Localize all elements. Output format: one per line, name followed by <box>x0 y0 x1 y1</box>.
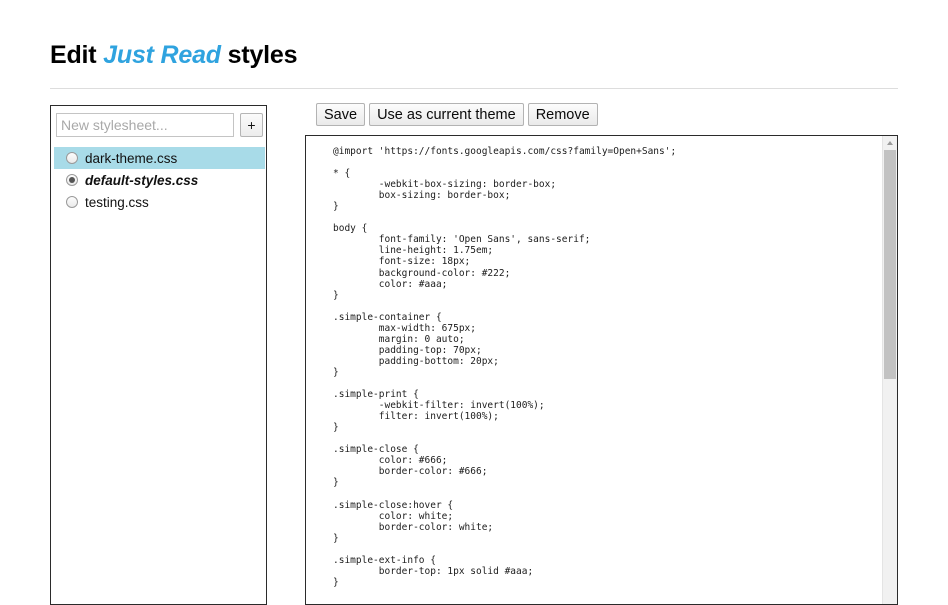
stylesheet-list-item[interactable]: dark-theme.css <box>54 147 265 169</box>
add-stylesheet-button[interactable]: + <box>240 113 263 137</box>
page-title: Edit Just Read styles <box>50 40 297 70</box>
stylesheet-radio-button[interactable] <box>66 174 78 186</box>
stylesheet-list: dark-theme.css default-styles.css testing.… <box>54 147 265 213</box>
editor-toolbar: Save Use as current theme Remove <box>316 103 602 126</box>
new-stylesheet-row: + <box>56 113 263 137</box>
stylesheet-sidebar: + dark-theme.css default-styles.css testin… <box>50 105 267 605</box>
page-title-suffix: styles <box>227 41 298 69</box>
scrollbar-thumb[interactable] <box>884 150 896 379</box>
stylesheet-label: testing.css <box>85 194 149 210</box>
remove-button[interactable]: Remove <box>527 103 598 126</box>
stylesheet-label: default-styles.css <box>85 172 199 188</box>
page-title-prefix: Edit <box>50 41 97 69</box>
css-editor-panel[interactable]: @import 'https://fonts.googleapis.com/cs… <box>305 135 898 605</box>
new-stylesheet-input[interactable] <box>56 113 234 137</box>
save-button[interactable]: Save <box>316 103 366 126</box>
use-as-current-theme-button[interactable]: Use as current theme <box>369 103 524 126</box>
page-content: Edit Just Read styles + dark-theme.css de… <box>50 0 898 605</box>
header-divider <box>50 88 898 89</box>
stylesheet-list-item[interactable]: default-styles.css <box>54 169 265 191</box>
stylesheet-radio-button[interactable] <box>66 196 78 208</box>
css-code-content[interactable]: @import 'https://fonts.googleapis.com/cs… <box>333 146 676 588</box>
editor-scrollbar[interactable] <box>882 136 897 604</box>
page-title-brand: Just Read <box>103 41 221 69</box>
stylesheet-radio-button[interactable] <box>66 152 78 164</box>
scroll-up-arrow-icon[interactable] <box>883 136 897 149</box>
stylesheet-list-item[interactable]: testing.css <box>54 191 265 213</box>
stylesheet-label: dark-theme.css <box>85 150 178 166</box>
